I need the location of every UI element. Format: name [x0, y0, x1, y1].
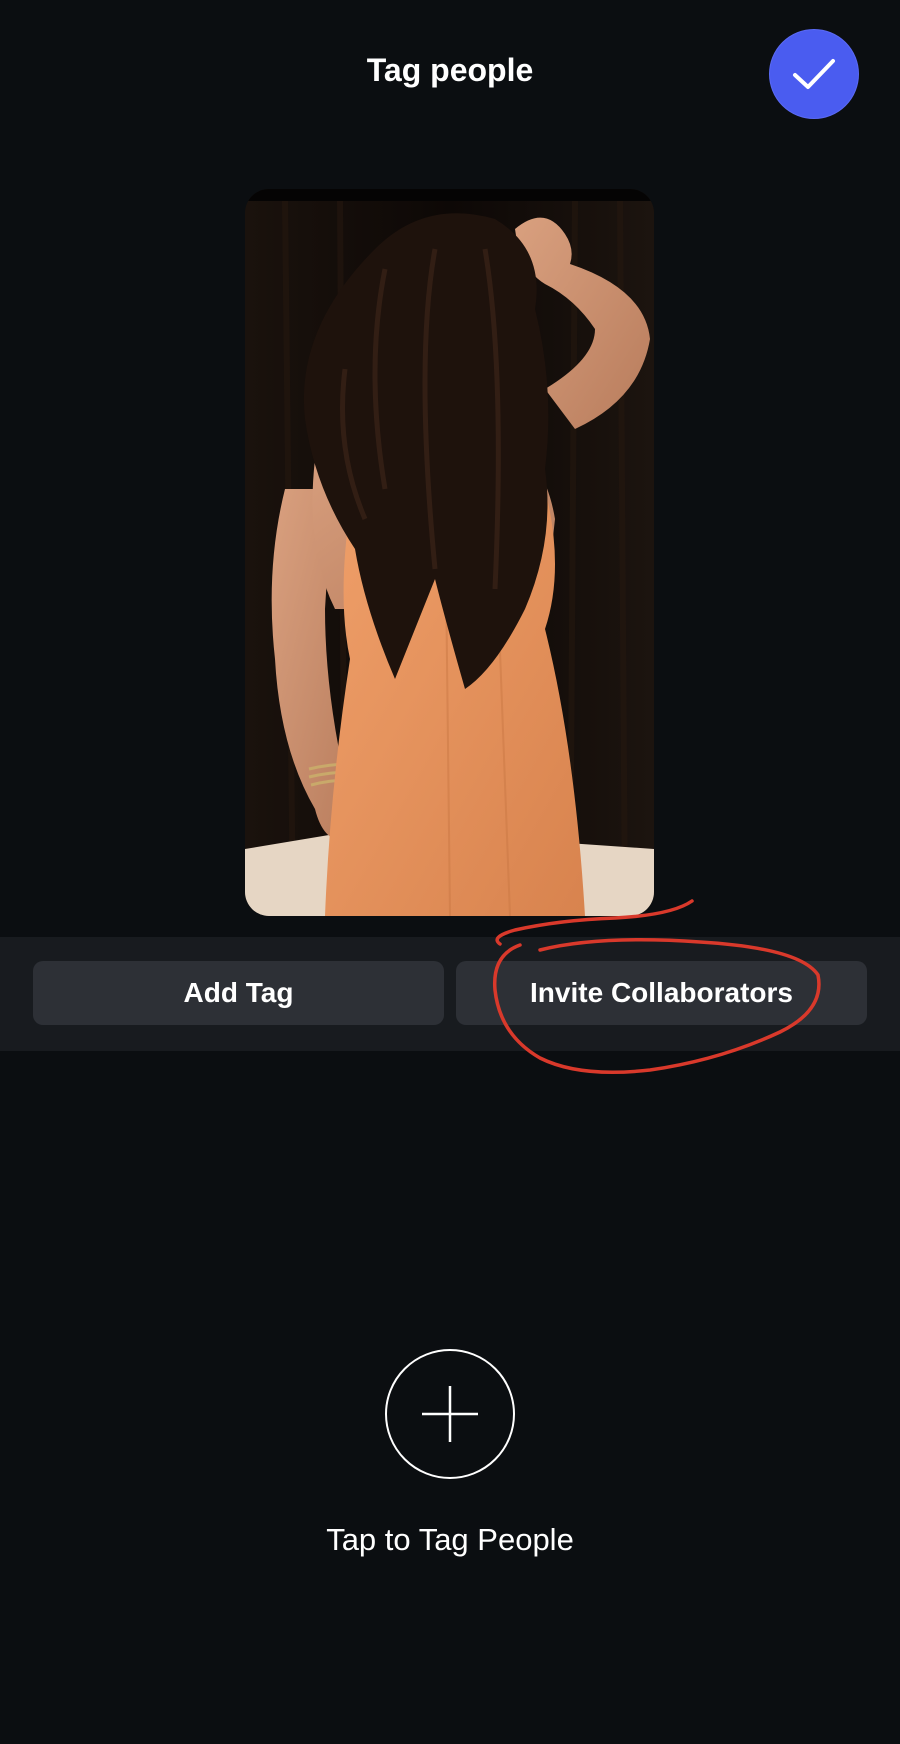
plus-icon	[422, 1386, 478, 1442]
invite-collaborators-button[interactable]: Invite Collaborators	[456, 961, 867, 1025]
action-bar: Add Tag Invite Collaborators	[0, 937, 900, 1051]
page-title: Tag people	[366, 52, 534, 88]
tag-hint-text: Tap to Tag People	[326, 1522, 574, 1557]
done-button[interactable]	[769, 29, 859, 119]
photo[interactable]	[245, 189, 654, 916]
add-tag-button[interactable]: Add Tag	[33, 961, 444, 1025]
tag-people-screen: Tag people Add Tag Invite Collaborators …	[0, 0, 900, 1744]
checkmark-icon	[793, 59, 835, 89]
add-tag-plus-button[interactable]	[385, 1349, 515, 1479]
